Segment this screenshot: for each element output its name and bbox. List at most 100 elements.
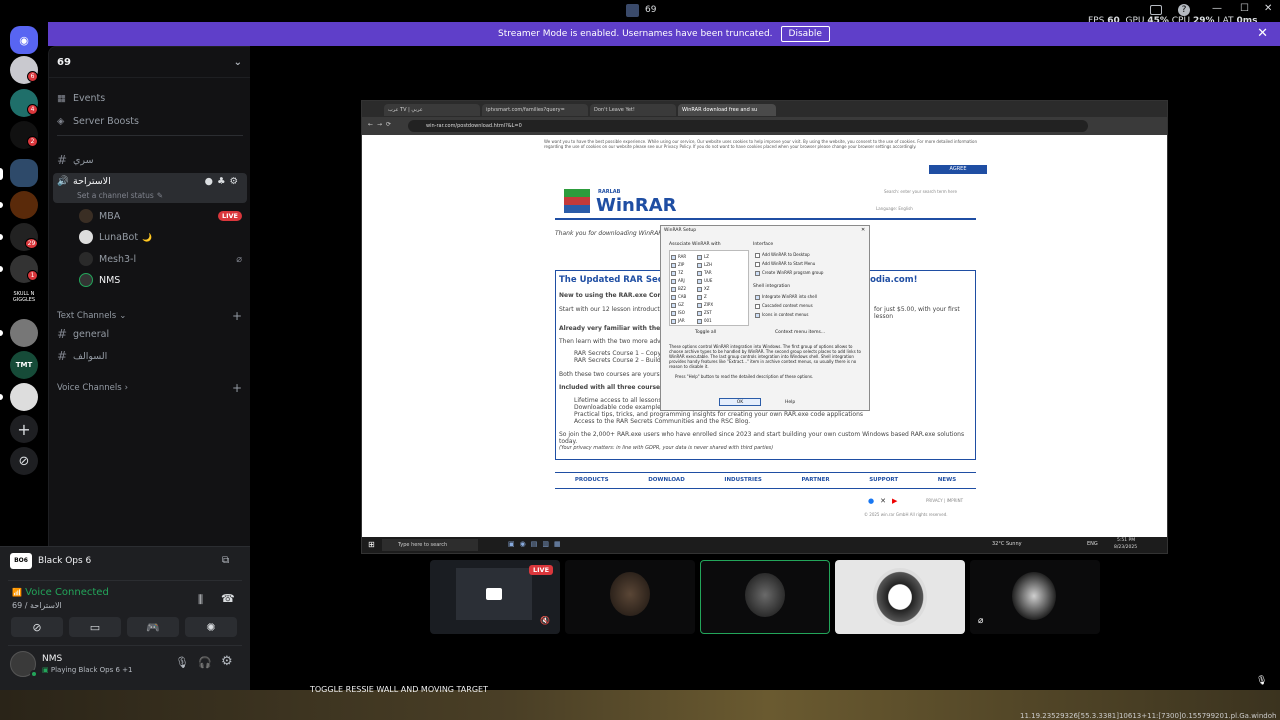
game-controller-icon: ▣ (42, 666, 49, 674)
checkbox (671, 294, 676, 300)
debug-coordinates: 11.19.23529326[55.3.3381]10613+11:[7300]… (1020, 712, 1277, 720)
nav-item: SUPPORT (869, 477, 899, 483)
dialog-checkbox-row: LZH (697, 262, 712, 268)
server-icon-tmt[interactable]: TMT (10, 351, 38, 379)
voice-member[interactable]: LunaBot 🌙 (79, 230, 242, 244)
disable-streamer-mode-button[interactable]: Disable (780, 26, 830, 42)
participant-tile-bot[interactable] (835, 560, 965, 634)
streamer-mode-banner: Streamer Mode is enabled. Usernames have… (48, 22, 1280, 46)
participant-tile-stream[interactable]: LIVE 🔇 (430, 560, 560, 634)
checkbox-label: UUE (704, 278, 713, 283)
server-badge: 2 (27, 136, 38, 147)
game-background-strip: TOGGLE RESSIE WALL AND MOVING TARGET 🎙 1… (0, 676, 1280, 720)
checkbox-label: ARJ (678, 278, 685, 283)
social-icons: ●✕▶ (868, 497, 904, 505)
participant-tile[interactable] (565, 560, 695, 634)
soundboard-button[interactable]: ✺ (185, 617, 237, 637)
voice-member[interactable]: Mesh3-l ⌀ (79, 252, 242, 266)
live-badge: LIVE (529, 565, 554, 575)
browser-tab-active[interactable]: WinRAR download free and su (678, 104, 776, 116)
screen-share-icon[interactable]: ⧉ (222, 555, 229, 566)
server-icon-5[interactable] (10, 191, 38, 219)
dialog-title: WinRAR Setup (664, 228, 697, 233)
channel-general[interactable]: # general (57, 327, 242, 341)
winrar-logo-icon (564, 189, 590, 213)
minimize-button[interactable]: — (1212, 3, 1222, 14)
server-header[interactable]: 69 ⌄ (57, 57, 242, 68)
channel-chat[interactable]: # السوالف (57, 349, 242, 363)
events-item[interactable]: ▦ Events (57, 93, 242, 104)
address-bar: win-rar.com/postdownload.html?&L=0 (408, 120, 1088, 132)
checkbox (671, 270, 676, 276)
divider (57, 135, 243, 136)
server-icon-skull-n-giggles[interactable]: SKULL N GIGGLES (10, 287, 38, 315)
voice-channels-category[interactable]: Voice Channels › + (57, 381, 242, 395)
close-button[interactable]: ✕ (1264, 3, 1272, 14)
close-banner-icon[interactable]: ✕ (1257, 26, 1268, 41)
checkbox-label: ZIPX (704, 302, 714, 307)
disconnect-icon[interactable]: ☎ (221, 592, 235, 605)
participant-tile-speaking[interactable] (700, 560, 830, 634)
checkbox (697, 254, 702, 260)
share-screen-button[interactable]: ▭ (69, 617, 121, 637)
noise-suppression-icon[interactable]: ⫼ (198, 593, 203, 607)
browser-tab[interactable]: iptvsmart.com/families?query= (482, 104, 588, 116)
dialog-checkbox-row: Icons in context menus (755, 312, 809, 318)
participant-tile-muted[interactable]: ⌀ (970, 560, 1100, 634)
inbox-icon[interactable] (1150, 5, 1162, 15)
add-server-icon[interactable]: + (10, 415, 38, 443)
dialog-checkbox-row: Cascaded context menus (755, 303, 813, 309)
voice-channel-lounge[interactable]: 🔊 الاستراحة ●♣⚙ (57, 176, 242, 187)
checkbox (671, 262, 676, 268)
checkbox (671, 310, 676, 316)
server-icon-9[interactable] (10, 319, 38, 347)
toggle-all-button: Toggle all (695, 330, 717, 335)
add-channel-icon[interactable]: + (232, 381, 242, 395)
channel-secret[interactable]: # سري (57, 153, 242, 167)
browser-tab[interactable]: Don't Leave Yet! (590, 104, 676, 116)
title-bar: 69 FPS 60 GPU 45% CPU 29% LAT 0ms ? — ☐ … (0, 0, 1280, 26)
checkbox (755, 270, 760, 276)
voice-channel-actions[interactable]: ●♣⚙ (205, 176, 242, 187)
header-rule (555, 218, 976, 220)
box-line: Start with our 12 lesson introductory (559, 306, 670, 313)
maximize-button[interactable]: ☐ (1240, 3, 1249, 14)
settings-gear-icon[interactable]: ⚙ (221, 654, 233, 669)
speaker-muted-icon[interactable]: 🔇 (540, 616, 550, 625)
nav-item: NEWS (937, 477, 957, 483)
microphone-icon[interactable]: 🎙 (1256, 676, 1267, 686)
server-boosts-item[interactable]: ◈ Server Boosts (57, 116, 242, 127)
nav-rule (555, 472, 976, 473)
discover-compass-icon[interactable]: ⊘ (10, 447, 38, 475)
browser-tab[interactable]: عرب TV | عربي (384, 104, 480, 116)
voice-location[interactable]: 69 / الاستراحة (12, 601, 62, 610)
voice-member[interactable]: MBA LIVE (79, 209, 242, 223)
microphone-icon[interactable]: 🎙 (175, 656, 189, 669)
header-divider (49, 77, 251, 78)
checkbox (671, 318, 676, 324)
voice-member[interactable]: NMS (79, 273, 242, 287)
online-status-dot (30, 670, 38, 678)
dialog-checkbox-row: Integrate WinRAR into shell (755, 294, 817, 300)
browser-tabbar: عرب TV | عربي iptvsmart.com/families?que… (362, 101, 1167, 117)
server-icon-11[interactable] (10, 383, 38, 411)
checkbox-label: Icons in context menus (762, 312, 809, 317)
help-icon[interactable]: ? (1178, 4, 1190, 16)
voice-connected-status: 📶 Voice Connected (12, 587, 109, 598)
camera-off-button[interactable]: ⊘ (11, 617, 63, 637)
channel-status[interactable]: Set a channel status ✎ (77, 191, 242, 200)
checkbox-label: JAR (678, 318, 685, 323)
dialog-checkbox-row: 7Z (671, 270, 683, 276)
windows-taskbar: ⊞ Type here to search ▣◉▤▥▦ 32°C Sunny E… (362, 537, 1167, 553)
add-channel-icon[interactable]: + (232, 309, 242, 323)
shared-screen[interactable]: عرب TV | عربي iptvsmart.com/families?que… (361, 100, 1168, 554)
taskbar-apps-icon: ▣◉▤▥▦ (508, 540, 566, 548)
text-channels-category[interactable]: Text Channels ⌄ + (57, 309, 242, 323)
server-icon-69[interactable] (10, 159, 38, 187)
dialog-checkbox-row: Add WinRAR to Start Menu (755, 261, 815, 267)
dialog-checkbox-row: ZIP (671, 262, 684, 268)
activities-button[interactable]: 🎮 (127, 617, 179, 637)
headphones-icon[interactable]: 🎧 (198, 656, 212, 669)
discord-home-icon[interactable]: ◉ (10, 26, 38, 54)
dialog-checkbox-row: CAB (671, 294, 686, 300)
